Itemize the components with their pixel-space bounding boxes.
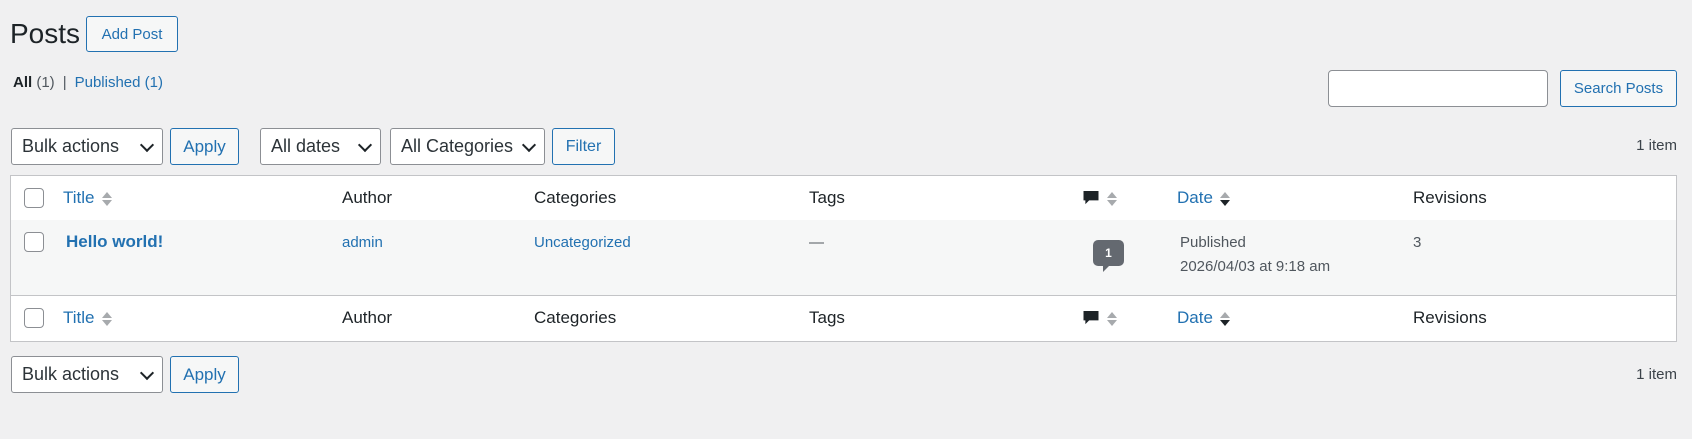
column-comments-footer[interactable] — [1082, 308, 1117, 328]
column-comments-header[interactable] — [1082, 188, 1117, 208]
view-all-count: (1) — [36, 74, 55, 91]
post-author-link[interactable]: admin — [342, 234, 383, 251]
column-author-footer: Author — [342, 308, 393, 327]
dates-filter-select[interactable]: All dates — [260, 128, 381, 165]
dates-filter-value: All dates — [271, 136, 341, 156]
bulk-actions-select-top[interactable]: Bulk actions — [11, 128, 163, 165]
sort-arrows-icon — [101, 190, 112, 208]
column-title-footer[interactable]: Title — [63, 308, 112, 328]
post-status-views: All (1) | Published (1) — [13, 73, 163, 93]
comment-icon — [1083, 190, 1099, 205]
bulk-actions-value: Bulk actions — [22, 364, 120, 384]
view-all-link[interactable]: All — [13, 74, 32, 91]
search-posts-button[interactable]: Search Posts — [1560, 70, 1677, 107]
sort-arrows-icon — [101, 310, 112, 328]
apply-button-bottom[interactable]: Apply — [170, 356, 239, 393]
bulk-actions-select-bottom[interactable]: Bulk actions — [11, 356, 163, 393]
chevron-down-icon — [139, 365, 155, 380]
view-published-count[interactable]: (1) — [145, 74, 163, 91]
posts-table: Title Author Categories Tags Date Revisi… — [10, 175, 1677, 342]
column-title-header[interactable]: Title — [63, 188, 112, 208]
table-footer-row: Title Author Categories Tags Date Revisi… — [11, 296, 1676, 341]
row-checkbox[interactable] — [24, 232, 44, 252]
add-post-button[interactable]: Add Post — [86, 16, 178, 52]
column-categories-header: Categories — [534, 188, 617, 207]
sort-arrows-icon — [1107, 190, 1117, 208]
sort-desc-icon — [1219, 190, 1230, 208]
categories-filter-value: All Categories — [401, 136, 514, 156]
post-revisions: 3 — [1413, 234, 1422, 251]
column-revisions-footer: Revisions — [1413, 308, 1487, 327]
column-tags-header: Tags — [809, 188, 845, 207]
column-categories-footer: Categories — [534, 308, 617, 327]
select-all-checkbox-footer[interactable] — [24, 308, 44, 328]
column-tags-footer: Tags — [809, 308, 845, 327]
comment-count-badge[interactable]: 1 — [1093, 240, 1124, 272]
post-category-link[interactable]: Uncategorized — [534, 234, 631, 251]
sort-desc-icon — [1219, 310, 1230, 328]
post-status: Published — [1180, 234, 1246, 251]
table-row: Hello world! admin Uncategorized — 1 Pub… — [11, 220, 1676, 296]
search-input[interactable] — [1328, 70, 1548, 107]
select-all-checkbox[interactable] — [24, 188, 44, 208]
page-title: Posts — [10, 18, 81, 49]
column-date-footer[interactable]: Date — [1177, 308, 1230, 328]
items-count-top: 1 item — [1636, 137, 1677, 154]
sort-arrows-icon — [1107, 310, 1117, 328]
bulk-actions-value: Bulk actions — [22, 136, 120, 156]
apply-button-top[interactable]: Apply — [170, 128, 239, 165]
view-published-link[interactable]: Published — [75, 74, 141, 91]
column-author-header: Author — [342, 188, 393, 207]
items-count-bottom: 1 item — [1636, 366, 1677, 383]
column-revisions-header: Revisions — [1413, 188, 1487, 207]
comment-icon — [1083, 310, 1099, 325]
filter-button[interactable]: Filter — [552, 128, 615, 165]
post-date: 2026/04/03 at 9:18 am — [1180, 258, 1331, 275]
chevron-down-icon — [357, 137, 373, 152]
column-date-header[interactable]: Date — [1177, 188, 1230, 208]
table-header-row: Title Author Categories Tags Date Revisi… — [11, 176, 1676, 221]
column-title-label: Title — [63, 308, 95, 327]
column-date-label: Date — [1177, 308, 1213, 327]
view-separator: | — [62, 74, 67, 91]
categories-filter-select[interactable]: All Categories — [390, 128, 545, 165]
chevron-down-icon — [521, 137, 537, 152]
column-title-label: Title — [63, 188, 95, 207]
post-tags: — — [809, 234, 824, 251]
chevron-down-icon — [139, 137, 155, 152]
post-title-link[interactable]: Hello world! — [66, 232, 163, 252]
column-date-label: Date — [1177, 188, 1213, 207]
